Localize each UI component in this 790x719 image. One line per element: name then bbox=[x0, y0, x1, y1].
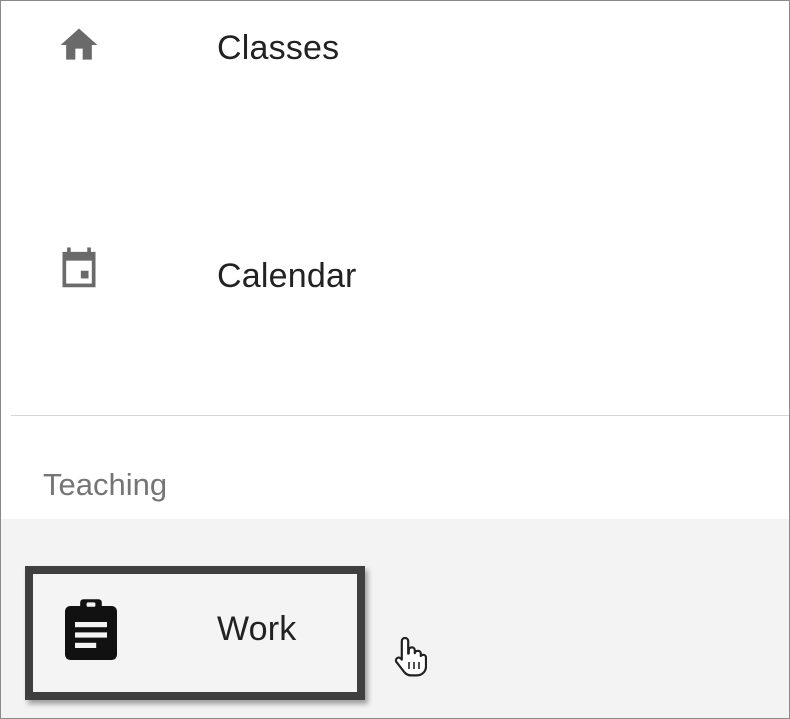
nav-item-classes[interactable]: Classes bbox=[1, 1, 789, 111]
nav-item-work[interactable]: Work bbox=[1, 566, 789, 700]
hand-pointer-cursor-icon bbox=[394, 636, 427, 677]
sidebar-nav: Classes Calendar Teaching Work bbox=[0, 0, 790, 719]
home-icon bbox=[60, 28, 98, 60]
section-header-teaching: Teaching bbox=[43, 467, 168, 502]
section-divider bbox=[11, 415, 789, 416]
calendar-icon bbox=[62, 247, 96, 288]
nav-item-label: Work bbox=[217, 610, 297, 648]
nav-item-label: Calendar bbox=[217, 257, 357, 295]
nav-item-label: Classes bbox=[217, 29, 340, 67]
assignment-icon bbox=[65, 599, 117, 660]
nav-item-calendar[interactable]: Calendar bbox=[1, 226, 789, 336]
